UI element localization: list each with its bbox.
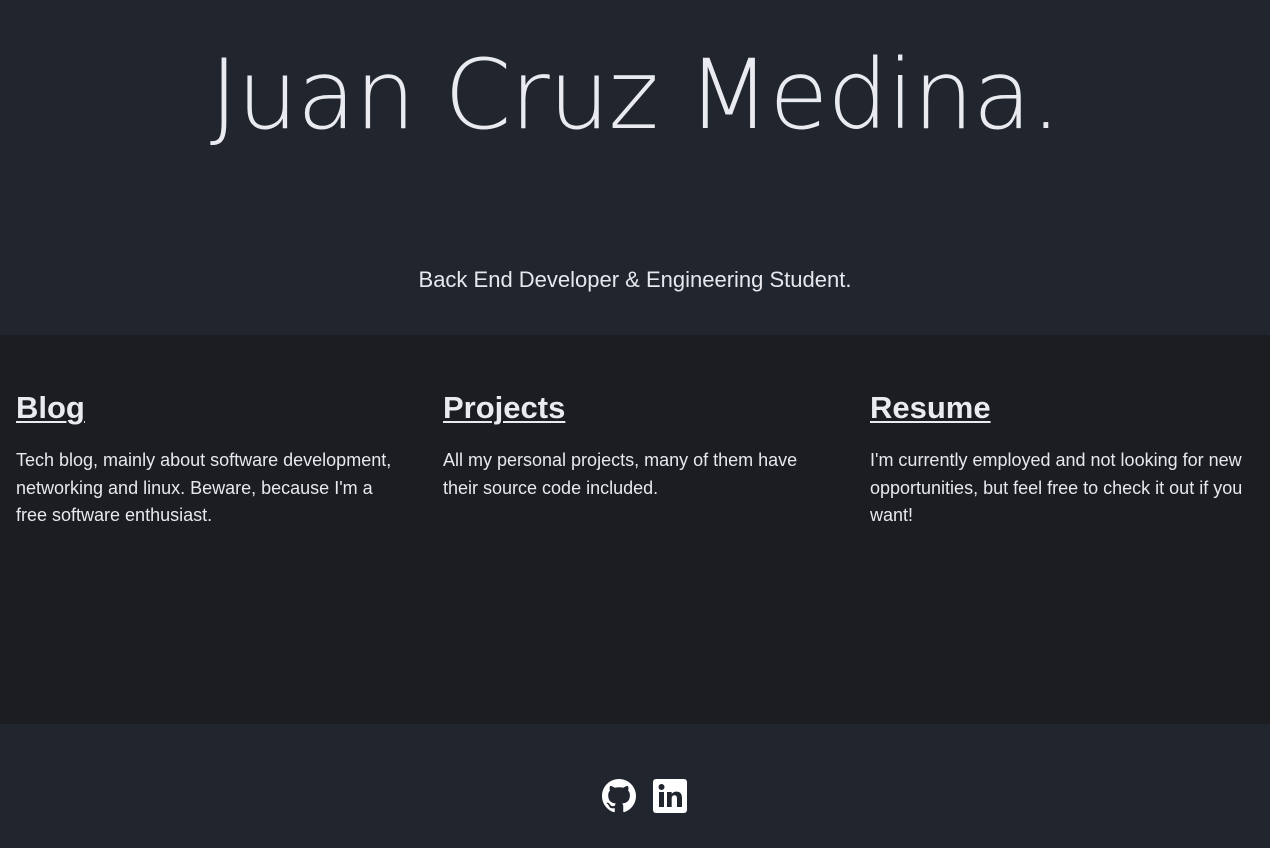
- site-title: Juan Cruz Medina.: [209, 39, 1061, 151]
- linkedin-icon: [653, 779, 687, 813]
- page: Juan Cruz Medina. Back End Developer & E…: [0, 0, 1270, 848]
- github-icon: [602, 779, 636, 813]
- resume-description: I'm currently employed and not looking f…: [870, 450, 1243, 525]
- site-subtitle: Back End Developer & Engineering Student…: [418, 267, 852, 292]
- footer: [0, 724, 1270, 848]
- projects-link[interactable]: Projects: [443, 389, 565, 427]
- section-resume: Resume I'm currently employed and not lo…: [870, 389, 1260, 530]
- linkedin-link[interactable]: [653, 779, 687, 813]
- section-blog: Blog Tech blog, mainly about software de…: [16, 389, 406, 530]
- section-projects: Projects All my personal projects, many …: [443, 389, 833, 502]
- blog-description: Tech blog, mainly about software develop…: [16, 450, 392, 525]
- sections-area: Blog Tech blog, mainly about software de…: [0, 335, 1270, 724]
- resume-link[interactable]: Resume: [870, 389, 991, 427]
- blog-link[interactable]: Blog: [16, 389, 85, 427]
- hero-section: Juan Cruz Medina. Back End Developer & E…: [0, 0, 1270, 335]
- projects-description: All my personal projects, many of them h…: [443, 450, 798, 498]
- github-link[interactable]: [602, 779, 636, 813]
